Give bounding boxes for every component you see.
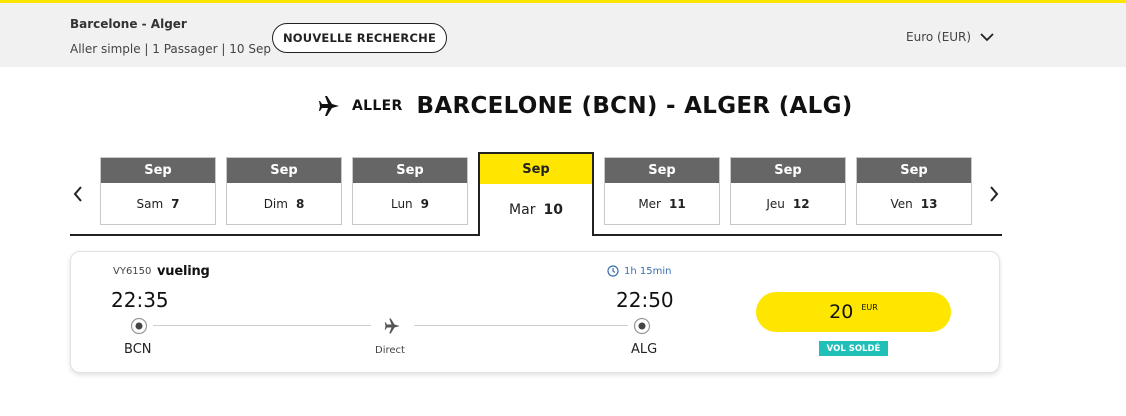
date-day: 11 — [668, 196, 686, 211]
arrival-time: 22:50 — [616, 288, 674, 312]
direction-label: ALLER — [352, 98, 403, 114]
duration-text: 1h 15min — [624, 265, 672, 277]
date-tab-selected[interactable]: Sep Mar 10 — [478, 152, 594, 236]
clock-icon — [607, 265, 619, 277]
date-month: Sep — [227, 158, 341, 183]
stops-label: Direct — [375, 345, 405, 356]
date-month: Sep — [101, 158, 215, 183]
direction-heading: ALLER BARCELONE (BCN) - ALGER (ALG) — [318, 88, 853, 124]
price-button[interactable]: 20 EUR — [756, 292, 951, 332]
date-day: 12 — [792, 196, 810, 211]
departure-airport: BCN — [124, 342, 152, 357]
currency-selector[interactable]: Euro (EUR) — [906, 30, 995, 44]
date-day: 9 — [420, 196, 430, 211]
flight-duration: 1h 15min — [607, 265, 671, 277]
departure-time: 22:35 — [111, 288, 169, 312]
date-weekday: Sam — [136, 196, 164, 211]
date-month: Sep — [353, 158, 467, 183]
date-day: 13 — [920, 196, 938, 211]
flight-number: VY6150 — [113, 266, 152, 277]
route-line — [153, 325, 371, 326]
carrier-logo: vueling — [157, 264, 210, 279]
plane-icon — [319, 96, 339, 116]
date-month: Sep — [731, 158, 845, 183]
sale-badge: VOL SOLDÉ — [819, 341, 888, 356]
search-summary: Aller simple | 1 Passager | 10 Sep — [70, 42, 271, 56]
date-tab[interactable]: Sep Mer 11 — [604, 157, 720, 225]
arrival-stop-icon — [633, 317, 651, 335]
date-weekday: Mar — [509, 202, 536, 218]
search-route: Barcelone - Alger — [70, 17, 187, 31]
chevron-left-icon[interactable] — [70, 182, 86, 206]
chevron-down-icon — [980, 33, 994, 42]
currency-label: Euro (EUR) — [906, 30, 972, 44]
plane-icon — [384, 318, 400, 334]
flight-card[interactable]: VY6150 vueling 1h 15min 22:35 22:50 BCN … — [70, 251, 1000, 373]
date-month: Sep — [480, 154, 592, 184]
route-line — [414, 325, 628, 326]
date-weekday: Mer — [638, 196, 661, 211]
new-search-button[interactable]: NOUVELLE RECHERCHE — [272, 23, 447, 53]
date-month: Sep — [857, 158, 971, 183]
price-amount: 20 — [829, 301, 854, 323]
top-bar: Barcelone - Alger Aller simple | 1 Passa… — [0, 0, 1126, 67]
date-weekday: Dim — [263, 196, 288, 211]
date-day: 8 — [295, 196, 305, 211]
date-tab[interactable]: Sep Jeu 12 — [730, 157, 846, 225]
departure-stop-icon — [130, 317, 148, 335]
date-month: Sep — [605, 158, 719, 183]
page-title: BARCELONE (BCN) - ALGER (ALG) — [416, 93, 853, 119]
date-tab[interactable]: Sep Lun 9 — [352, 157, 468, 225]
date-tab[interactable]: Sep Sam 7 — [100, 157, 216, 225]
price-currency: EUR — [861, 302, 878, 312]
date-tab[interactable]: Sep Ven 13 — [856, 157, 972, 225]
arrival-airport: ALG — [631, 342, 658, 357]
date-day: 7 — [171, 196, 180, 211]
date-weekday: Jeu — [766, 196, 785, 211]
date-day: 10 — [543, 202, 563, 218]
date-weekday: Ven — [890, 196, 913, 211]
chevron-right-icon[interactable] — [986, 182, 1002, 206]
date-weekday: Lun — [390, 196, 413, 211]
date-tab[interactable]: Sep Dim 8 — [226, 157, 342, 225]
